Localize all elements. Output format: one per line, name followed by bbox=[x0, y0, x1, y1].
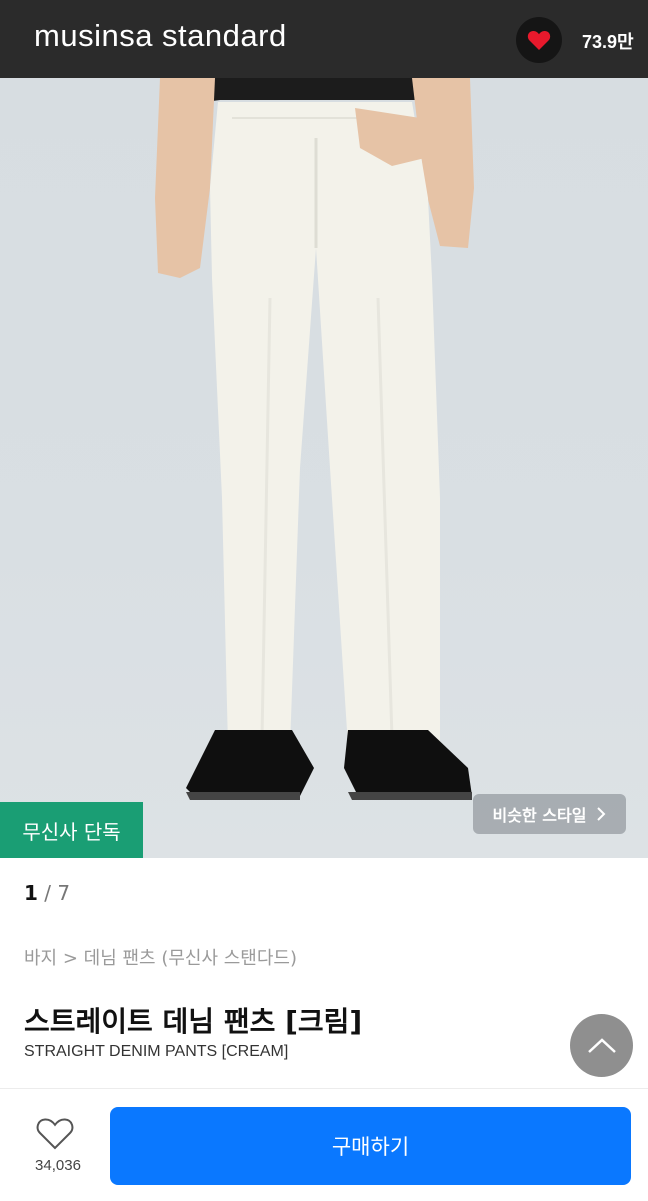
image-pager: 1 / 7 bbox=[24, 881, 70, 905]
pager-total: 7 bbox=[57, 881, 71, 905]
heart-outline-icon bbox=[36, 1118, 74, 1150]
exclusive-badge: 무신사 단독 bbox=[0, 802, 143, 858]
breadcrumb[interactable]: 바지 > 데님 팬츠 (무신사 스탠다드) bbox=[24, 944, 297, 970]
product-title: 스트레이트 데님 팬츠 [크림] bbox=[24, 1005, 363, 1038]
buy-button[interactable]: 구매하기 bbox=[110, 1107, 631, 1185]
product-photo bbox=[155, 78, 474, 800]
product-title-english: STRAIGHT DENIM PANTS [CREAM] bbox=[24, 1043, 289, 1060]
wishlist-count: 34,036 bbox=[35, 1157, 81, 1174]
chevron-right-icon bbox=[597, 807, 606, 821]
app-header: musinsa standard 73.9만 bbox=[0, 0, 648, 78]
brand-like-count: 73.9만 bbox=[582, 32, 634, 52]
scroll-to-top-button[interactable] bbox=[570, 1014, 633, 1077]
pager-current: 1 bbox=[24, 881, 38, 905]
arrow-up-icon bbox=[587, 1037, 616, 1053]
similar-style-button[interactable]: 비슷한 스타일 bbox=[473, 794, 626, 834]
heart-icon bbox=[527, 30, 551, 50]
similar-style-label: 비슷한 스타일 bbox=[492, 806, 587, 825]
wishlist-button[interactable] bbox=[36, 1117, 74, 1155]
pager-separator: / bbox=[44, 881, 52, 905]
brand-logo[interactable]: musinsa standard bbox=[34, 18, 287, 54]
product-image[interactable] bbox=[0, 78, 648, 858]
brand-like-button[interactable] bbox=[516, 17, 562, 63]
